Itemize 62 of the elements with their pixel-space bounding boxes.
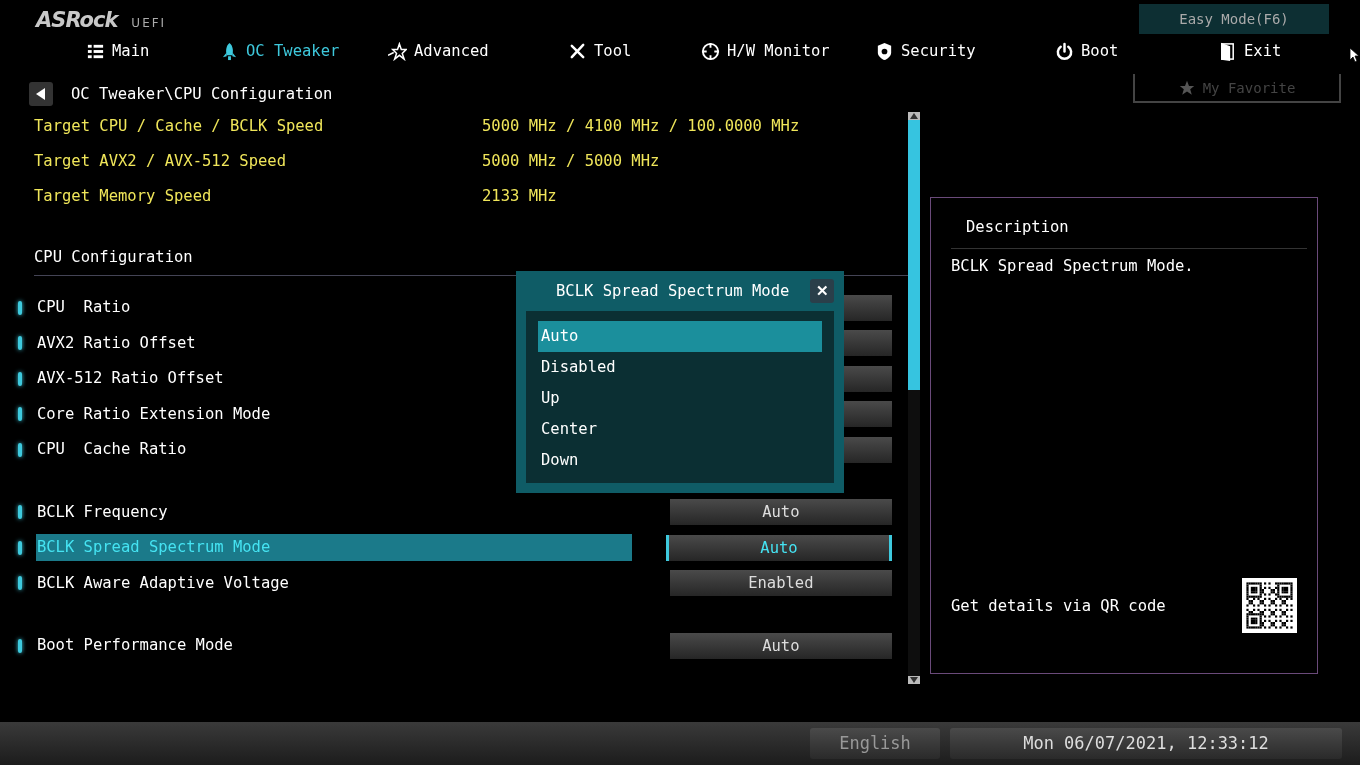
menu-tab[interactable]: OC Tweaker (220, 41, 340, 61)
language-button[interactable]: English (810, 728, 940, 759)
scrollbar-thumb[interactable] (908, 120, 920, 390)
option-item[interactable]: Auto (538, 321, 822, 352)
target-value: 2133 MHz (482, 186, 557, 205)
scroll-up-icon[interactable] (908, 112, 920, 120)
target-label: Target CPU / Cache / BCLK Speed (34, 116, 325, 135)
option-item[interactable]: Up (538, 383, 822, 414)
menu-tab[interactable]: Boot (1055, 41, 1119, 61)
description-title: Description (966, 218, 1070, 238)
setting-value-field[interactable]: Auto (669, 632, 892, 659)
qr-caption: Get details via QR code (951, 596, 1166, 615)
item-marker-icon (18, 371, 22, 386)
item-marker-icon (18, 540, 22, 555)
target-label: Target AVX2 / AVX-512 Speed (34, 151, 287, 170)
item-marker-icon (18, 300, 22, 315)
item-marker-icon (18, 505, 22, 520)
menu-tab[interactable]: Main (86, 41, 150, 61)
close-button[interactable]: ✕ (810, 279, 834, 303)
left-triangle-icon (36, 88, 46, 100)
setting-value-field[interactable]: Auto (666, 534, 892, 561)
menu-tab[interactable]: Advanced (388, 41, 489, 61)
menu-tab[interactable]: Security (875, 41, 976, 61)
item-marker-icon (18, 442, 22, 457)
rocket-icon (220, 41, 239, 61)
setting-value-field[interactable]: Auto (669, 499, 892, 526)
target-value: 5000 MHz / 5000 MHz (482, 151, 660, 170)
uefi-label: UEFI (131, 16, 167, 30)
brand-logo: ASRock (36, 8, 118, 32)
description-text: BCLK Spread Spectrum Mode. (951, 257, 1195, 275)
menu-tab[interactable]: H/W Monitor (701, 41, 830, 61)
scrollbar[interactable] (908, 112, 920, 684)
easy-mode-button[interactable]: Easy Mode(F6) (1139, 4, 1329, 34)
setting-label[interactable]: BCLK Aware Adaptive Voltage (35, 569, 636, 597)
shield-icon (875, 41, 894, 61)
item-marker-icon (18, 336, 22, 351)
menu-tab[interactable]: Tool (568, 41, 632, 61)
back-button[interactable] (29, 82, 53, 106)
door-icon (1218, 41, 1237, 61)
option-item[interactable]: Center (538, 414, 822, 445)
item-marker-icon (18, 576, 22, 591)
setting-value-field[interactable]: Enabled (669, 570, 892, 597)
setting-label[interactable]: BCLK Frequency (35, 498, 636, 526)
star-icon (388, 41, 407, 61)
crosshair-icon (701, 41, 720, 61)
target-label: Target Memory Speed (34, 186, 213, 205)
power-icon (1055, 41, 1074, 61)
menu-tab[interactable]: Exit (1218, 41, 1282, 61)
dialog-title: BCLK Spread Spectrum Mode (556, 282, 790, 300)
target-value: 5000 MHz / 4100 MHz / 100.0000 MHz (482, 116, 800, 135)
option-item[interactable]: Disabled (538, 352, 822, 383)
date-time: Mon 06/07/2021, 12:33:12 (950, 728, 1342, 759)
setting-label[interactable]: Boot Performance Mode (35, 632, 636, 660)
tools-icon (568, 41, 587, 61)
section-heading: CPU Configuration (33, 247, 194, 268)
star-icon (1178, 79, 1195, 96)
scroll-down-icon[interactable] (908, 676, 920, 684)
option-item[interactable]: Down (538, 445, 822, 476)
breadcrumb: OC Tweaker\CPU Configuration (71, 85, 333, 103)
item-marker-icon (18, 638, 22, 653)
item-marker-icon (18, 407, 22, 422)
qr-code (1242, 578, 1297, 633)
